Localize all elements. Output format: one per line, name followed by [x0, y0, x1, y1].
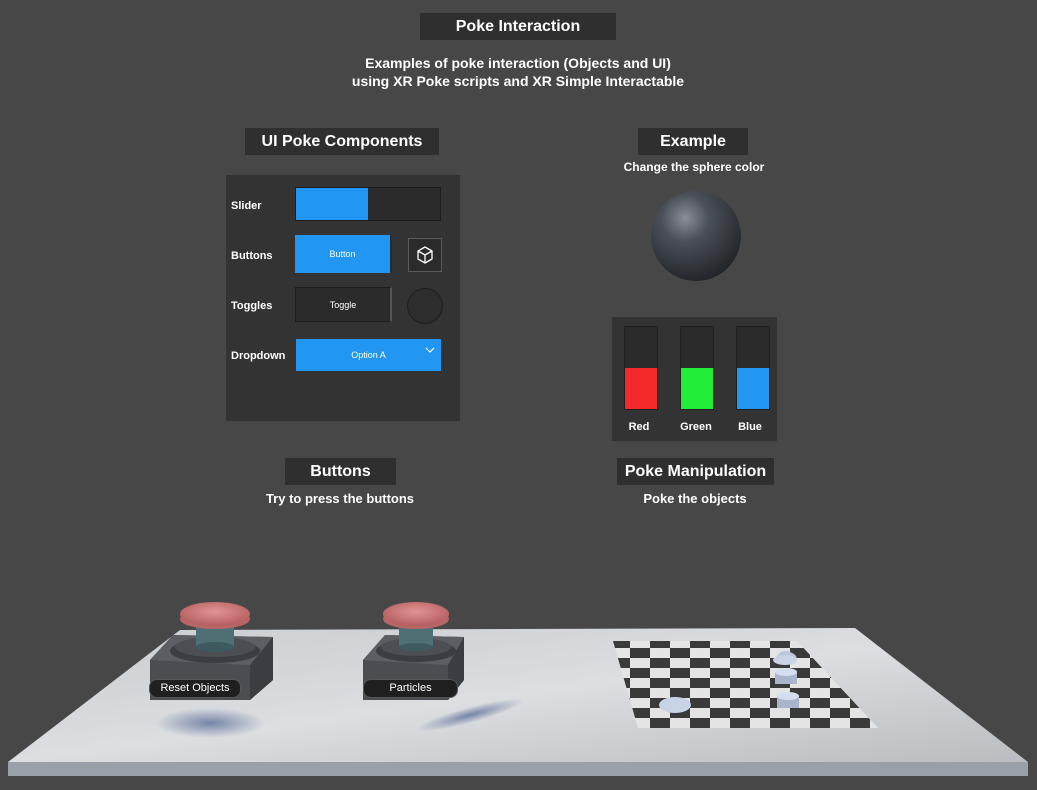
color-slider-panel: Red Green Blue [612, 317, 777, 441]
manipulation-section-title: Poke Manipulation [617, 458, 774, 485]
chevron-down-icon [425, 347, 435, 353]
blue-slider-label: Blue [738, 421, 762, 433]
toggles-label: Toggles [231, 300, 273, 312]
red-slider-label: Red [628, 421, 650, 433]
green-slider-fill [681, 368, 713, 409]
buttons-section-title: Buttons [285, 458, 396, 485]
red-slider[interactable] [624, 326, 658, 410]
example-description: Change the sphere color [623, 160, 765, 174]
particles-label: Particles [363, 679, 458, 698]
ui-button[interactable]: Button [295, 235, 392, 273]
color-sphere[interactable] [649, 189, 743, 283]
page-subtitle-line2: using XR Poke scripts and XR Simple Inte… [351, 73, 685, 89]
green-slider-label: Green [680, 421, 712, 433]
cube-icon-button[interactable] [408, 238, 442, 272]
reset-objects-label: Reset Objects [149, 679, 241, 698]
blue-slider[interactable] [736, 326, 770, 410]
buttons-description: Try to press the buttons [265, 491, 415, 506]
ui-slider[interactable] [295, 187, 441, 221]
dropdown-value: Option A [351, 350, 386, 360]
poke-objects[interactable] [655, 640, 815, 720]
page-subtitle-line1: Examples of poke interaction (Objects an… [365, 55, 671, 71]
buttons-label: Buttons [231, 250, 273, 262]
manipulation-description: Poke the objects [643, 491, 747, 506]
dropdown-label: Dropdown [231, 350, 286, 362]
circle-toggle[interactable] [407, 288, 443, 324]
page-title: Poke Interaction [420, 13, 616, 40]
green-slider[interactable] [680, 326, 714, 410]
blue-slider-fill [737, 368, 769, 409]
ui-components-panel: Slider Buttons Button Toggles Toggle Dro… [226, 175, 460, 421]
toggle-button[interactable]: Toggle [295, 287, 392, 322]
cube-icon [417, 246, 433, 264]
red-slider-fill [625, 368, 657, 409]
dropdown[interactable]: Option A [296, 339, 441, 371]
example-section-title: Example [638, 128, 748, 155]
slider-fill [296, 188, 368, 220]
ui-section-title: UI Poke Components [245, 128, 439, 155]
slider-label: Slider [231, 200, 262, 212]
